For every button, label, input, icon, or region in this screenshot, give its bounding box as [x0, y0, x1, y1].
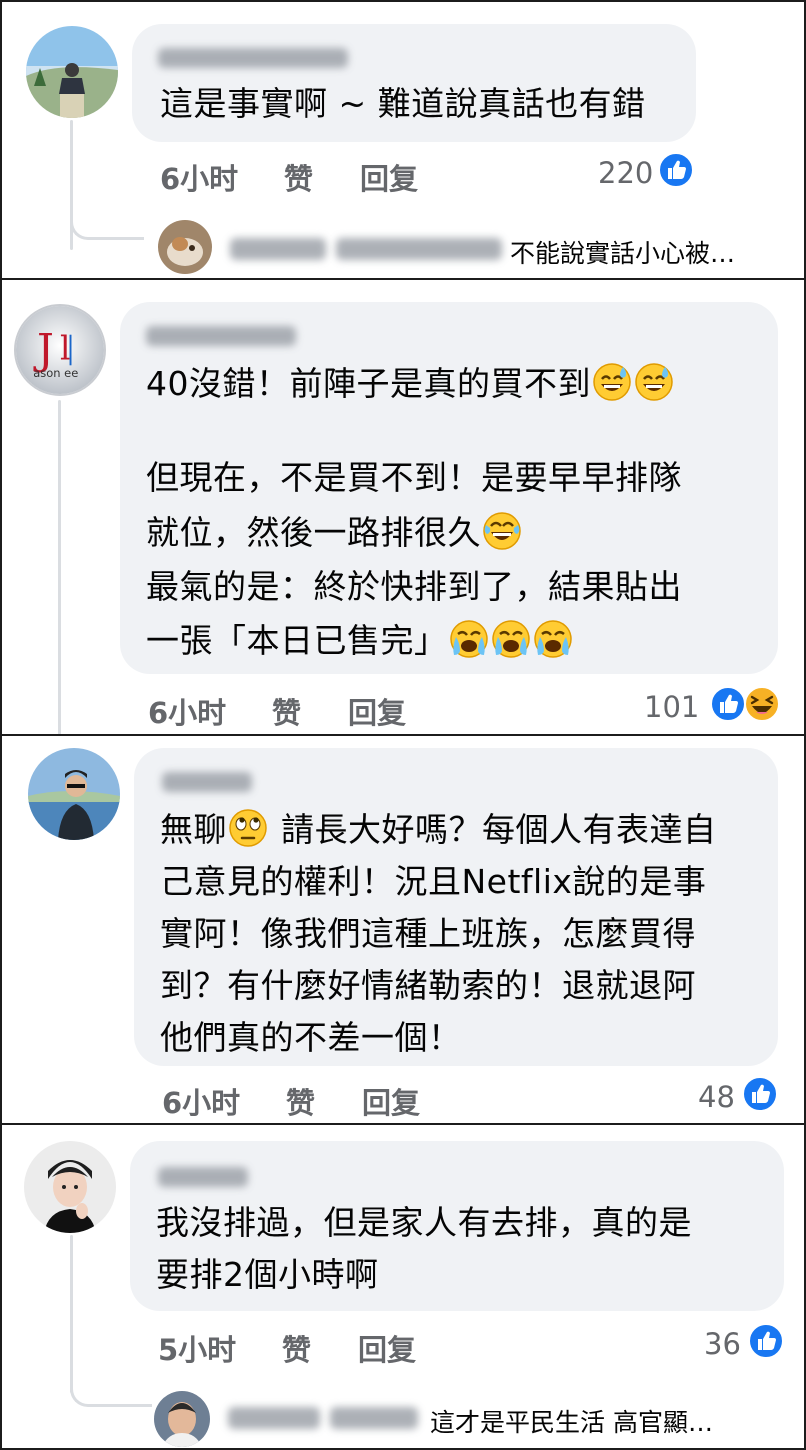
loudly-crying-emoji — [449, 619, 489, 659]
reply-avatar[interactable] — [154, 1391, 210, 1447]
comment-bubble: 40沒錯！前陣子是真的買不到 但現在，不是買不到！是要早早排隊 就位，然後一路排… — [120, 302, 778, 674]
author-name-redacted[interactable] — [158, 1163, 258, 1191]
comment-text-line: 最氣的是：終於快排到了，結果貼出 — [146, 567, 682, 606]
author-name-redacted[interactable] — [158, 44, 358, 72]
timestamp[interactable]: 6小时 — [160, 156, 238, 198]
like-reaction-icon[interactable] — [742, 1076, 778, 1112]
reaction-count[interactable]: 48 — [698, 1080, 735, 1114]
like-reaction-icon[interactable] — [710, 686, 746, 722]
comment-card: J l ason ee 40沒錯！前陣子是真的買不到 但現在，不是買不到！是要早… — [0, 278, 806, 736]
comment-text-line: 己意見的權利！況且Netflix說的是事 — [160, 862, 707, 901]
svg-text:l: l — [60, 330, 70, 368]
comment-bubble: 無聊 請長大好嗎？每個人有表達自 己意見的權利！況且Netflix說的是事 實阿！… — [134, 748, 778, 1066]
sweat-smile-emoji — [634, 362, 674, 402]
author-name-redacted[interactable] — [146, 322, 306, 350]
reply-mention-redacted — [336, 238, 502, 260]
reply-mention-redacted — [330, 1407, 418, 1429]
reply-preview-text: 這才是平民生活 高官顯… — [430, 1408, 713, 1437]
loudly-crying-emoji — [533, 619, 573, 659]
like-reaction-icon[interactable] — [748, 1323, 784, 1359]
thread-line — [58, 400, 61, 734]
thread-line — [70, 1235, 73, 1393]
timestamp[interactable]: 6小时 — [148, 690, 226, 732]
author-name-redacted[interactable] — [162, 768, 262, 796]
haha-reaction-icon[interactable] — [744, 686, 780, 722]
comment-text-line: 這是事實啊 ~ 難道說真話也有錯 — [160, 84, 646, 123]
like-button[interactable]: 赞 — [272, 690, 301, 732]
loudly-crying-emoji — [491, 619, 531, 659]
timestamp[interactable]: 6小时 — [162, 1080, 240, 1122]
comment-text-line: 無聊 請長大好嗎？每個人有表達自 — [160, 808, 717, 849]
comment-actions: 6小时 赞 回复 — [160, 156, 460, 196]
eye-roll-emoji — [228, 808, 268, 848]
comment-text-line: 40沒錯！前陣子是真的買不到 — [146, 360, 675, 407]
reply-author-redacted — [228, 1407, 320, 1429]
reply-button[interactable]: 回复 — [362, 1080, 420, 1122]
comment-actions: 5小时 赞 回复 — [158, 1327, 458, 1367]
reply-button[interactable]: 回复 — [360, 156, 418, 198]
timestamp[interactable]: 5小时 — [158, 1327, 236, 1369]
comment-actions: 6小时 赞 回复 — [162, 1080, 462, 1120]
reply-preview-text: 不能說實話小心被… — [510, 239, 736, 268]
comment-text-line: 他們真的不差一個！ — [160, 1018, 462, 1057]
like-button[interactable]: 赞 — [282, 1327, 311, 1369]
reaction-count[interactable]: 220 — [598, 156, 653, 190]
comment-text-line: 一張「本日已售完」 — [146, 617, 574, 664]
comment-card: 這是事實啊 ~ 難道說真話也有錯 6小时 赞 回复 220 不能說實話小心被… — [0, 0, 806, 280]
comment-bubble: 我沒排過，但是家人有去排，真的是 要排2個小時啊 — [130, 1141, 784, 1311]
comment-bubble: 這是事實啊 ~ 難道說真話也有錯 — [132, 24, 696, 142]
reply-button[interactable]: 回复 — [348, 690, 406, 732]
comment-text-line: 但現在，不是買不到！是要早早排隊 — [146, 458, 682, 497]
comment-card: 無聊 請長大好嗎？每個人有表達自 己意見的權利！況且Netflix說的是事 實阿！… — [0, 734, 806, 1125]
comment-actions: 6小时 赞 回复 — [148, 690, 448, 730]
reaction-count[interactable]: 101 — [644, 690, 699, 724]
tears-of-joy-emoji — [482, 511, 522, 551]
comment-card: 我沒排過，但是家人有去排，真的是 要排2個小時啊 5小时 赞 回复 36 這才是… — [0, 1123, 806, 1450]
avatar[interactable] — [24, 1141, 116, 1233]
comment-text-line: 要排2個小時啊 — [156, 1255, 379, 1294]
reaction-count[interactable]: 36 — [704, 1327, 741, 1361]
reply-avatar[interactable] — [158, 220, 212, 274]
reply-preview[interactable]: 這才是平民生活 高官顯… — [2, 1387, 804, 1448]
reply-author-redacted — [230, 238, 326, 260]
comments-page: 這是事實啊 ~ 難道說真話也有錯 6小时 赞 回复 220 不能說實話小心被… — [0, 0, 806, 1450]
comment-text-line: 我沒排過，但是家人有去排，真的是 — [156, 1203, 692, 1242]
reply-button[interactable]: 回复 — [358, 1327, 416, 1369]
like-button[interactable]: 赞 — [286, 1080, 315, 1122]
avatar-lettering: ason ee — [33, 366, 78, 380]
avatar[interactable] — [26, 26, 118, 118]
comment-text-line: 就位，然後一路排很久 — [146, 509, 523, 556]
comment-text-line: 實阿！像我們這種上班族，怎麼買得 — [160, 914, 696, 953]
reply-preview[interactable]: 不能說實話小心被… — [2, 218, 804, 278]
avatar[interactable]: J l ason ee — [14, 304, 106, 396]
comment-text-line: 到？有什麼好情緒勒索的！退就退阿 — [160, 966, 696, 1005]
like-button[interactable]: 赞 — [284, 156, 313, 198]
sweat-smile-emoji — [592, 362, 632, 402]
like-reaction-icon[interactable] — [658, 152, 694, 188]
avatar[interactable] — [28, 748, 120, 840]
